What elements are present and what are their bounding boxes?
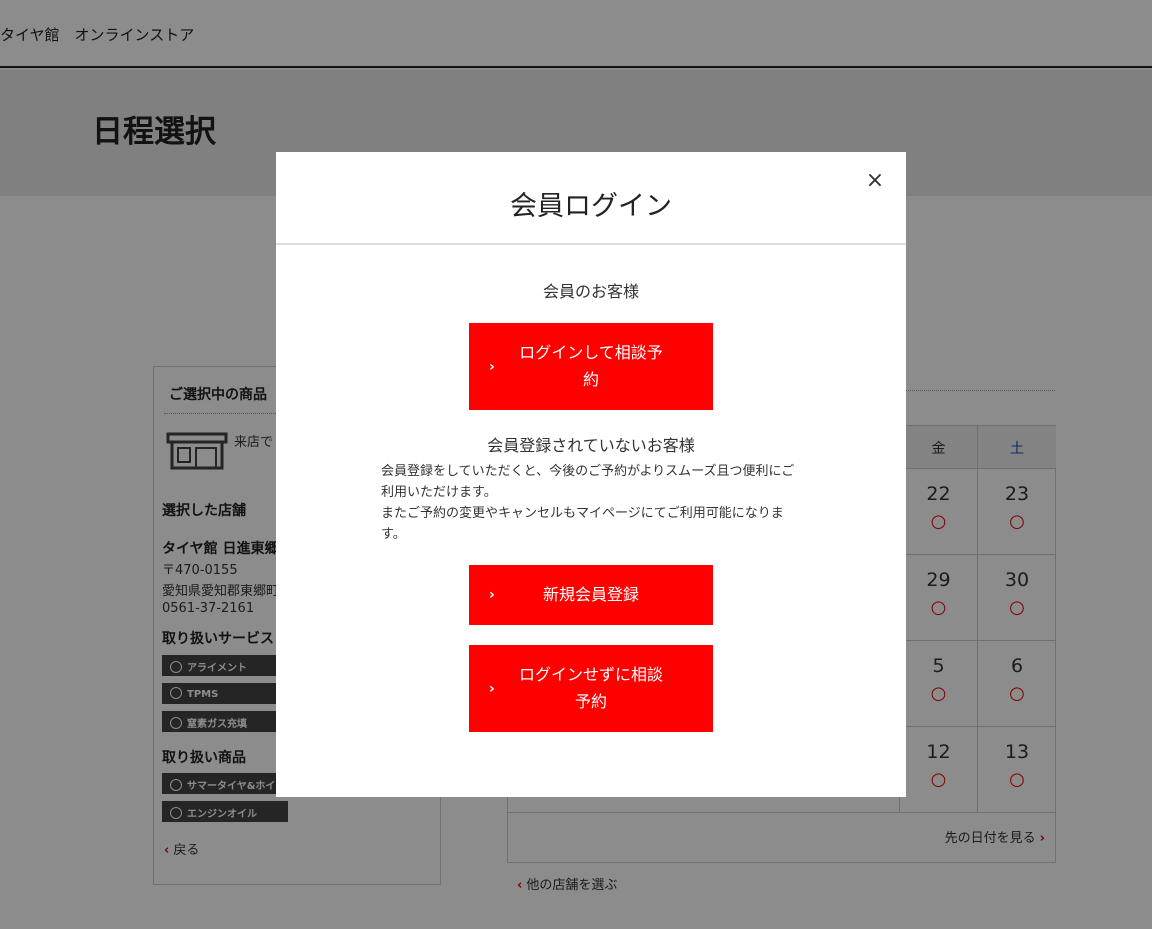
guest-reserve-button[interactable]: › ログインせずに相談予約 [469,645,713,732]
login-reserve-button[interactable]: › ログインして相談予約 [469,323,713,410]
guest-reserve-label: ログインせずに相談予約 [518,665,663,711]
modal-divider [276,243,906,245]
login-modal: 会員ログイン × 会員のお客様 › ログインして相談予約 会員登録されていないお… [276,152,906,797]
chevron-right-icon: › [489,680,495,697]
chevron-right-icon: › [489,587,495,603]
register-label: 新規会員登録 [542,585,639,604]
member-benefit-text: 会員登録をしていただくと、今後のご予約がよりスムーズ且つ便利にご利用いただけます… [381,464,795,542]
non-member-heading: 会員登録されていないお客様 [487,436,695,455]
modal-title: 会員ログイン [510,191,672,222]
member-heading: 会員のお客様 [542,282,639,301]
close-icon[interactable]: × [864,170,886,192]
chevron-right-icon: › [489,358,495,375]
login-reserve-label: ログインして相談予約 [519,343,663,389]
register-button[interactable]: › 新規会員登録 [469,565,713,625]
